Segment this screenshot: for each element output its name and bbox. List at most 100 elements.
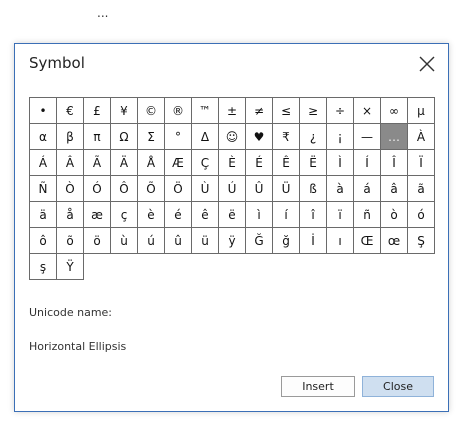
symbol-cell[interactable]: Ã: [84, 150, 111, 176]
symbol-cell[interactable]: è: [138, 202, 165, 228]
symbol-cell[interactable]: ÷: [327, 98, 354, 124]
symbol-cell[interactable]: Ş: [408, 228, 435, 254]
symbol-cell[interactable]: ≤: [273, 98, 300, 124]
close-button[interactable]: Close: [362, 376, 434, 397]
symbol-cell[interactable]: μ: [408, 98, 435, 124]
symbol-cell[interactable]: ÿ: [219, 228, 246, 254]
symbol-cell[interactable]: ¥: [111, 98, 138, 124]
symbol-cell[interactable]: ä: [30, 202, 57, 228]
symbol-cell[interactable]: É: [246, 150, 273, 176]
symbol-cell[interactable]: ü: [192, 228, 219, 254]
symbol-cell[interactable]: Σ: [138, 124, 165, 150]
symbol-cell[interactable]: ç: [111, 202, 138, 228]
symbol-cell[interactable]: Ö: [165, 176, 192, 202]
symbol-cell[interactable]: ñ: [354, 202, 381, 228]
insert-button[interactable]: Insert: [281, 376, 355, 397]
symbol-cell[interactable]: Ò: [57, 176, 84, 202]
symbol-cell[interactable]: Í: [354, 150, 381, 176]
symbol-cell[interactable]: Ä: [111, 150, 138, 176]
symbol-cell[interactable]: œ: [381, 228, 408, 254]
symbol-cell[interactable]: æ: [84, 202, 111, 228]
symbol-cell[interactable]: í: [273, 202, 300, 228]
symbol-cell[interactable]: à: [327, 176, 354, 202]
symbol-cell[interactable]: ₹: [273, 124, 300, 150]
symbol-cell[interactable]: û: [165, 228, 192, 254]
symbol-cell[interactable]: Ú: [219, 176, 246, 202]
symbol-cell[interactable]: ♥: [246, 124, 273, 150]
unicode-name-label: Unicode name:: [29, 306, 113, 319]
background-ellipsis-text: ...: [97, 6, 109, 20]
symbol-cell[interactable]: ö: [84, 228, 111, 254]
symbol-cell[interactable]: Á: [30, 150, 57, 176]
symbol-dialog: Symbol • € £ ¥ © ® ™ ± ≠ ≤ ≥ ÷ × ∞ μ α β π Ω Σ ° Δ ☺ ♥ ₹ ¿ ¡ —… À Á Â Ã…: [14, 43, 449, 412]
symbol-cell[interactable]: £: [84, 98, 111, 124]
dialog-title: Symbol: [29, 54, 85, 72]
symbol-cell[interactable]: È: [219, 150, 246, 176]
symbol-cell[interactable]: ë: [219, 202, 246, 228]
symbol-cell[interactable]: ï: [327, 202, 354, 228]
symbol-cell[interactable]: á: [354, 176, 381, 202]
symbol-cell[interactable]: Æ: [165, 150, 192, 176]
symbol-cell-selected[interactable]: …: [381, 124, 408, 150]
symbol-cell[interactable]: ğ: [273, 228, 300, 254]
symbol-cell[interactable]: Ü: [273, 176, 300, 202]
symbol-cell[interactable]: ì: [246, 202, 273, 228]
symbol-cell[interactable]: ş: [30, 254, 57, 280]
symbol-cell[interactable]: ©: [138, 98, 165, 124]
symbol-cell[interactable]: ê: [192, 202, 219, 228]
symbol-cell[interactable]: ã: [408, 176, 435, 202]
symbol-cell[interactable]: Ì: [327, 150, 354, 176]
symbol-cell[interactable]: ≥: [300, 98, 327, 124]
symbol-cell[interactable]: π: [84, 124, 111, 150]
symbol-cell[interactable]: ∞: [381, 98, 408, 124]
symbol-cell[interactable]: Œ: [354, 228, 381, 254]
symbol-cell[interactable]: ™: [192, 98, 219, 124]
symbol-cell[interactable]: ≠: [246, 98, 273, 124]
symbol-cell[interactable]: €: [57, 98, 84, 124]
symbol-cell[interactable]: î: [300, 202, 327, 228]
symbol-cell[interactable]: •: [30, 98, 57, 124]
symbol-cell[interactable]: ó: [408, 202, 435, 228]
symbol-cell[interactable]: Î: [381, 150, 408, 176]
symbol-cell[interactable]: å: [57, 202, 84, 228]
symbol-cell[interactable]: Ë: [300, 150, 327, 176]
symbol-cell[interactable]: Ê: [273, 150, 300, 176]
symbol-cell[interactable]: Ÿ: [57, 254, 84, 280]
symbol-cell[interactable]: ù: [111, 228, 138, 254]
symbol-cell[interactable]: °: [165, 124, 192, 150]
symbol-cell[interactable]: ¿: [300, 124, 327, 150]
symbol-cell[interactable]: ☺: [219, 124, 246, 150]
symbol-cell[interactable]: Ï: [408, 150, 435, 176]
symbol-cell[interactable]: À: [408, 124, 435, 150]
symbol-cell[interactable]: Õ: [138, 176, 165, 202]
symbol-cell[interactable]: Ô: [111, 176, 138, 202]
symbol-cell[interactable]: é: [165, 202, 192, 228]
symbol-cell[interactable]: Û: [246, 176, 273, 202]
symbol-cell[interactable]: Ğ: [246, 228, 273, 254]
symbol-cell[interactable]: ¡: [327, 124, 354, 150]
symbol-cell[interactable]: Â: [57, 150, 84, 176]
symbol-cell[interactable]: ò: [381, 202, 408, 228]
symbol-cell[interactable]: ®: [165, 98, 192, 124]
symbol-cell[interactable]: Ù: [192, 176, 219, 202]
symbol-cell[interactable]: Δ: [192, 124, 219, 150]
symbol-cell[interactable]: İ: [300, 228, 327, 254]
symbol-cell[interactable]: Å: [138, 150, 165, 176]
symbol-cell[interactable]: Ω: [111, 124, 138, 150]
symbol-cell[interactable]: ú: [138, 228, 165, 254]
symbol-cell[interactable]: Ñ: [30, 176, 57, 202]
symbol-cell[interactable]: õ: [57, 228, 84, 254]
close-icon[interactable]: [416, 53, 438, 75]
symbol-cell[interactable]: ı: [327, 228, 354, 254]
symbol-cell[interactable]: Ó: [84, 176, 111, 202]
symbol-cell[interactable]: ß: [300, 176, 327, 202]
symbol-cell[interactable]: â: [381, 176, 408, 202]
symbol-cell[interactable]: α: [30, 124, 57, 150]
symbol-cell[interactable]: —: [354, 124, 381, 150]
symbol-grid: • € £ ¥ © ® ™ ± ≠ ≤ ≥ ÷ × ∞ μ α β π Ω Σ ° Δ ☺ ♥ ₹ ¿ ¡ —… À Á Â Ã Ä Å Æ Ç È É Ê…: [29, 97, 435, 280]
symbol-cell[interactable]: ×: [354, 98, 381, 124]
symbol-cell[interactable]: β: [57, 124, 84, 150]
symbol-cell[interactable]: ô: [30, 228, 57, 254]
symbol-cell[interactable]: Ç: [192, 150, 219, 176]
symbol-cell[interactable]: ±: [219, 98, 246, 124]
